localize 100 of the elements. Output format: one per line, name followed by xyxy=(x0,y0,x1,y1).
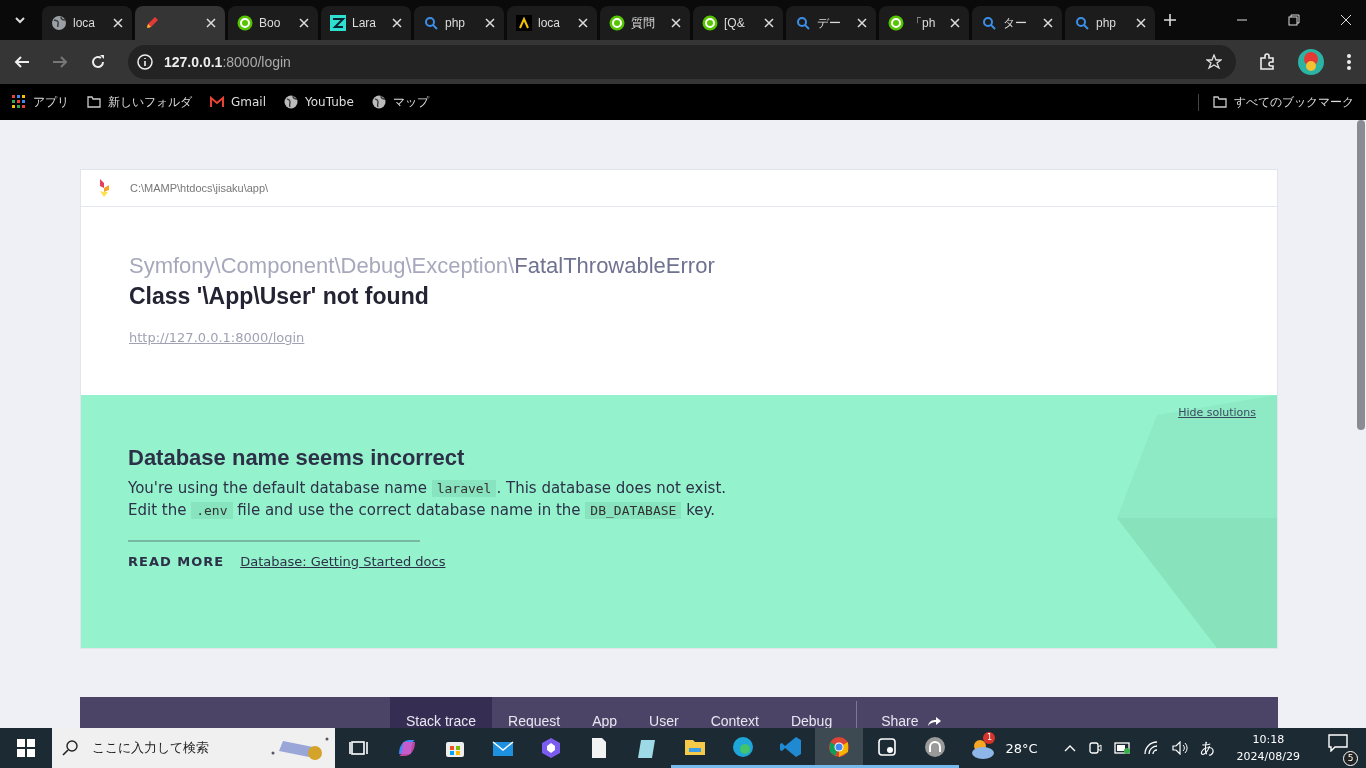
nav-tab[interactable]: Debug xyxy=(774,697,849,728)
ring-logo-icon xyxy=(609,15,625,31)
browser-tab[interactable]: ター xyxy=(972,6,1062,40)
close-icon[interactable] xyxy=(1340,14,1352,26)
nav-tab[interactable]: Stack trace xyxy=(390,697,493,728)
browser-tab[interactable]: loca xyxy=(42,6,132,40)
input-method-indicator[interactable]: あ xyxy=(1199,738,1215,758)
close-icon[interactable] xyxy=(857,18,867,28)
camera-icon[interactable] xyxy=(1087,740,1102,756)
letter-logo-icon xyxy=(330,15,346,31)
clock[interactable]: 10:18 2024/08/29 xyxy=(1236,731,1300,765)
solution-title: Database name seems incorrect xyxy=(128,445,466,471)
back-icon[interactable] xyxy=(14,54,30,70)
bookmark[interactable]: 新しいフォルダ xyxy=(87,93,192,111)
close-icon[interactable] xyxy=(485,18,495,28)
nav-tab[interactable]: Context xyxy=(694,697,775,728)
search-icon xyxy=(1074,15,1090,31)
browser-tab[interactable]: php xyxy=(1065,6,1155,40)
close-icon[interactable] xyxy=(764,18,774,28)
share-button[interactable]: Share xyxy=(865,697,957,728)
avatar-icon[interactable] xyxy=(1298,49,1324,75)
flame-logo-icon xyxy=(98,179,110,197)
tab-title: Lara xyxy=(352,16,378,30)
globe-icon xyxy=(371,95,386,109)
ring-logo-icon xyxy=(237,15,253,31)
code-editor-icon xyxy=(779,734,803,759)
close-icon[interactable] xyxy=(206,18,216,28)
tab-title: [Q& xyxy=(724,16,746,30)
tab-title: php xyxy=(445,16,467,30)
close-icon[interactable] xyxy=(1136,18,1146,28)
reload-icon[interactable] xyxy=(90,54,106,70)
close-icon[interactable] xyxy=(113,18,123,28)
ring-logo-icon xyxy=(702,15,718,31)
hide-solutions-link[interactable]: Hide solutions xyxy=(1178,406,1256,419)
docs-link[interactable]: Database: Getting Started docs xyxy=(240,554,446,569)
battery-icon[interactable] xyxy=(1113,742,1132,754)
notification-count: 5 xyxy=(1343,751,1358,766)
search-icon xyxy=(62,740,78,756)
nav-tab[interactable]: Request xyxy=(492,697,577,728)
pencil-icon xyxy=(144,15,160,31)
tab-title: php xyxy=(1096,16,1118,30)
scrollbar-thumb[interactable] xyxy=(1357,120,1365,430)
browser-tab[interactable]: php xyxy=(414,6,504,40)
close-icon[interactable] xyxy=(671,18,681,28)
solution-text: Edit the .env file and use the correct database name in the DB_DATABASE key. xyxy=(128,501,717,519)
browser-tab[interactable]: Boo xyxy=(228,6,318,40)
search-icon xyxy=(981,15,997,31)
chat-icon xyxy=(1328,734,1348,752)
tab-title: デー xyxy=(817,14,842,32)
star-icon[interactable] xyxy=(1206,54,1222,70)
puzzle-icon[interactable] xyxy=(1258,53,1276,71)
browser-tab[interactable]: 「ph xyxy=(879,6,969,40)
browser-tab[interactable]: [Q& xyxy=(693,6,783,40)
address-bar[interactable]: 127.0.0.1:8000/login xyxy=(128,45,1236,79)
start-icon[interactable] xyxy=(17,739,35,757)
share-icon xyxy=(926,715,941,727)
tab-title: 「ph xyxy=(910,14,937,32)
taskbar-search-field[interactable]: ここに入力して検索 xyxy=(52,728,335,768)
bookmark[interactable]: マップ xyxy=(371,93,429,111)
close-icon[interactable] xyxy=(392,18,402,28)
close-icon[interactable] xyxy=(578,18,588,28)
solution-text: You're using the default database name laravel . This database does not exist. xyxy=(128,479,728,497)
close-icon[interactable] xyxy=(950,18,960,28)
tab-title: loca xyxy=(538,16,561,30)
all-bookmarks[interactable]: すべてのブックマーク xyxy=(1198,93,1354,111)
chevron-up-icon[interactable] xyxy=(1063,744,1076,752)
browser-tab[interactable]: 質問 xyxy=(600,6,690,40)
bookmark[interactable]: Gmail xyxy=(210,95,266,109)
error-message: Class '\App\User' not found xyxy=(129,283,430,310)
menu-icon[interactable] xyxy=(1346,53,1352,71)
caret-logo-icon xyxy=(516,15,532,31)
grid-icon xyxy=(12,95,26,109)
file-path: C:\MAMP\htdocs\jisaku\app\ xyxy=(130,182,269,194)
folder-icon xyxy=(87,95,101,109)
close-icon[interactable] xyxy=(299,18,309,28)
wifi-icon[interactable] xyxy=(1143,741,1160,755)
restore-icon[interactable] xyxy=(1288,14,1300,26)
nav-tab[interactable]: App xyxy=(576,697,634,728)
browser-tab[interactable]: loca xyxy=(507,6,597,40)
close-icon[interactable] xyxy=(1043,18,1053,28)
notification-button[interactable]: 5 xyxy=(1322,730,1358,766)
new-tab-icon[interactable] xyxy=(1164,14,1176,26)
nav-tab[interactable]: User xyxy=(633,697,695,728)
globe-icon xyxy=(284,95,298,109)
bookmark[interactable]: YouTube xyxy=(284,95,354,109)
bookmark[interactable]: アプリ xyxy=(12,93,69,111)
folder-icon xyxy=(1213,95,1227,109)
read-more-label: READ MORE xyxy=(128,554,225,569)
browser-logo-icon xyxy=(827,734,851,759)
browser-tab[interactable]: Lara xyxy=(321,6,411,40)
search-icon xyxy=(795,15,811,31)
speaker-icon[interactable] xyxy=(1171,741,1188,755)
notification-badge: 1 xyxy=(983,732,996,744)
browser-tab[interactable]: デー xyxy=(786,6,876,40)
info-icon[interactable] xyxy=(136,53,154,71)
ring-logo-icon xyxy=(888,15,904,31)
tab-title: Boo xyxy=(259,16,282,30)
exception-class: Symfony\Component\Debug\Exception\FatalThrowableError xyxy=(129,253,716,279)
url-text: 127.0.0.1:8000/login xyxy=(164,54,291,70)
forward-icon[interactable] xyxy=(52,54,68,70)
